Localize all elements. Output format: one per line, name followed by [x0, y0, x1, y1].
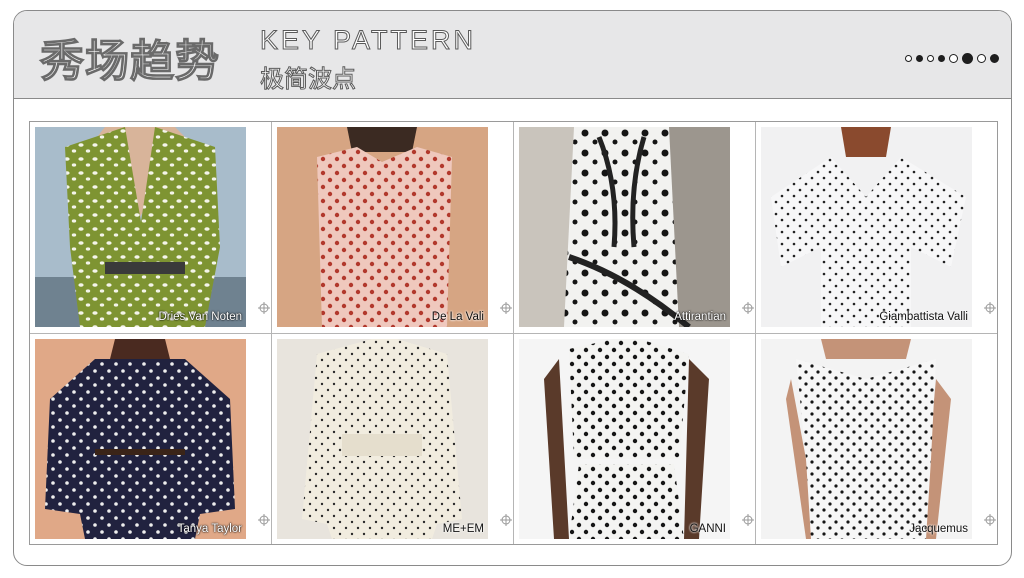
- page-dot: [977, 54, 986, 63]
- pink-dot-dress-image: [277, 127, 488, 327]
- registration-mark-icon: [742, 302, 754, 314]
- brand-label: Jacquemus: [909, 523, 968, 535]
- brand-label: Dries Van Noten: [158, 311, 242, 323]
- runway-photo-giambattista-valli[interactable]: Giambattista Valli: [761, 127, 972, 327]
- header-bar: 秀场趋势 KEY PATTERN 极简波点: [14, 11, 1011, 99]
- brand-label: Attirantian: [674, 311, 726, 323]
- runway-photo-jacquemus[interactable]: Jacquemus: [761, 339, 972, 539]
- ruffle-dot-dress-image: [519, 127, 730, 327]
- pattern-title: KEY PATTERN: [259, 25, 477, 56]
- pattern-subtitle: 极简波点: [260, 65, 357, 94]
- page-dot: [962, 53, 973, 64]
- runway-photo-de-la-vali[interactable]: De La Vali: [277, 127, 488, 327]
- runway-photo-tanya-taylor[interactable]: Tanya Taylor: [35, 339, 246, 539]
- grid-divider: [30, 333, 997, 334]
- page-dot: [927, 55, 934, 62]
- page-indicator: [905, 53, 999, 64]
- brand-label: GANNI: [689, 523, 726, 535]
- page-dot: [938, 55, 945, 62]
- brand-label: Giambattista Valli: [879, 311, 968, 323]
- page-dot: [949, 54, 958, 63]
- page-dot: [916, 55, 923, 62]
- slide-frame: 秀场趋势 KEY PATTERN 极简波点 Dries Van Noten De…: [13, 10, 1012, 566]
- sheer-cape-dot-dress-image: [761, 127, 972, 327]
- registration-mark-icon: [258, 514, 270, 526]
- registration-mark-icon: [984, 302, 996, 314]
- off-shoulder-dot-dress-image: [761, 339, 972, 539]
- registration-mark-icon: [500, 302, 512, 314]
- section-title: 秀场趋势: [39, 35, 220, 87]
- cream-dot-blouse-dress-image: [277, 339, 488, 539]
- page-dot: [905, 55, 912, 62]
- registration-mark-icon: [742, 514, 754, 526]
- page-dot: [990, 54, 999, 63]
- runway-photo-ganni[interactable]: GANNI: [519, 339, 730, 539]
- brand-label: De La Vali: [431, 311, 484, 323]
- registration-mark-icon: [500, 514, 512, 526]
- brand-label: Tanya Taylor: [177, 523, 242, 535]
- runway-photo-attirantian[interactable]: Attirantian: [519, 127, 730, 327]
- image-grid: Dries Van Noten De La Vali Attirantian G…: [29, 121, 998, 545]
- runway-photo-me-em[interactable]: ME+EM: [277, 339, 488, 539]
- brand-label: ME+EM: [442, 523, 484, 535]
- runway-photo-dries-van-noten[interactable]: Dries Van Noten: [35, 127, 246, 327]
- navy-dot-dress-image: [35, 339, 246, 539]
- registration-mark-icon: [984, 514, 996, 526]
- green-dot-dress-image: [35, 127, 246, 327]
- dot-top-skirt-image: [519, 339, 730, 539]
- registration-mark-icon: [258, 302, 270, 314]
